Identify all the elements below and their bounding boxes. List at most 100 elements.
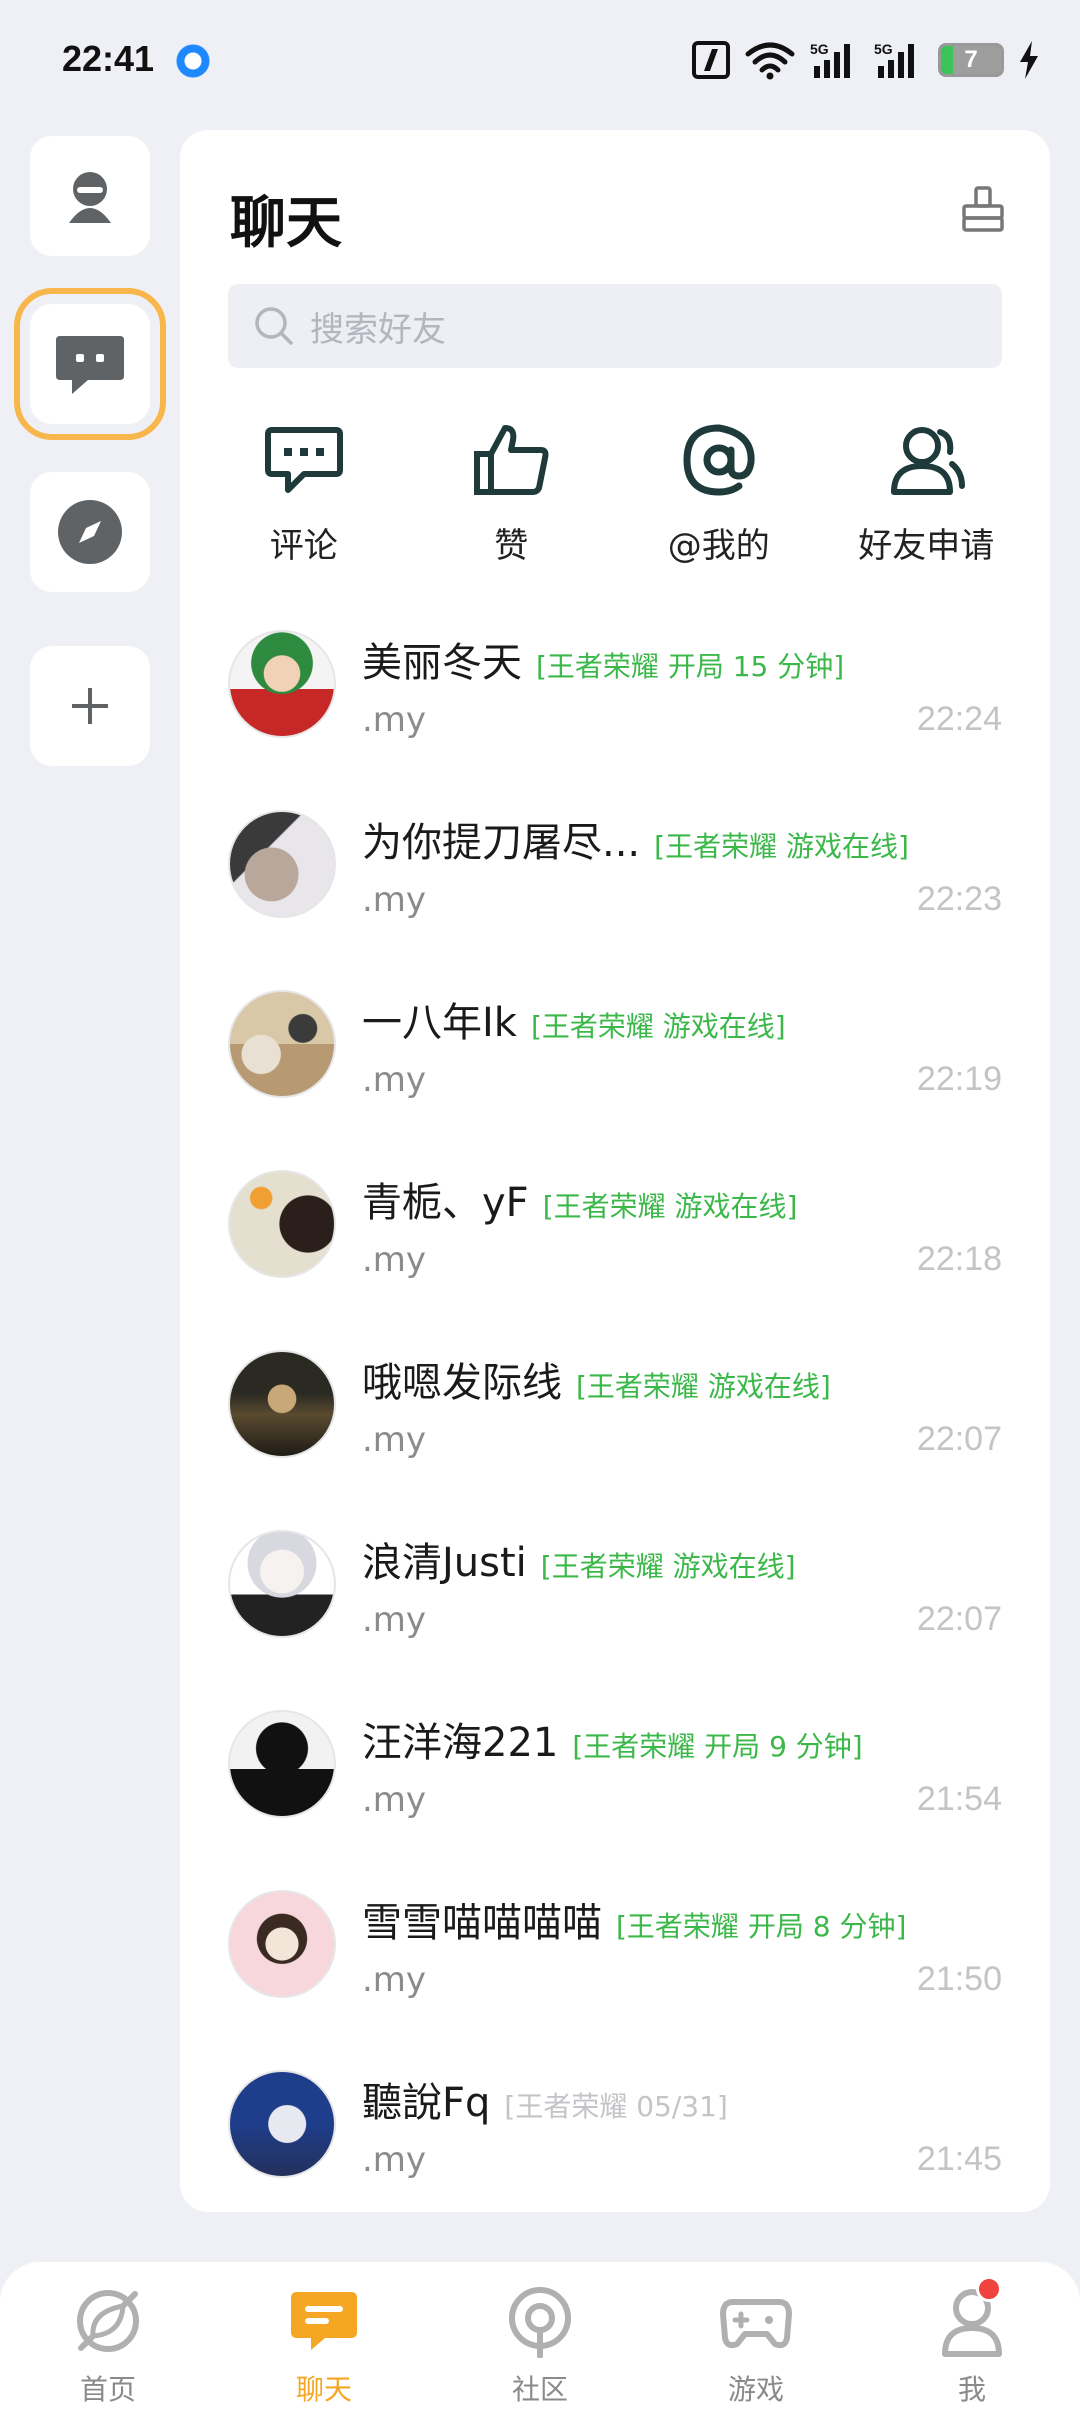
quick-action-label: 好友申请 [858,526,995,566]
notification-badge [976,2276,1002,2302]
search-placeholder: 搜索好友 [310,309,446,350]
nav-label: 首页 [79,2373,136,2406]
gamepad-icon [720,2299,792,2349]
avatar[interactable] [228,1710,336,1818]
bottom-nav: 首页 聊天 社区 游戏 我 [0,2262,1080,2412]
avatar[interactable] [228,1350,336,1458]
status-bar: 22:41 5G 5G 7 [0,0,1080,120]
chat-time: 22:19 [916,1060,1002,1098]
quick-actions: 评论 赞 @我的 好友申请 [200,420,1030,567]
nav-label: 社区 [511,2373,568,2406]
avatar[interactable] [228,1170,336,1278]
chat-preview: .my [362,1420,427,1460]
rail-chat-button[interactable] [14,288,166,440]
chat-preview: .my [362,2140,427,2180]
chat-name: 青栀、yF [362,1180,529,1226]
rail-profile-button[interactable] [30,136,150,256]
chat-name: 一八年Ik [362,1000,517,1046]
chat-list-item[interactable]: 一八年Ik [王者荣耀 游戏在线] .my 22:19 [180,960,1050,1140]
avatar[interactable] [228,810,336,918]
search-input[interactable]: 搜索好友 [228,284,1002,368]
chat-list-item[interactable]: 为你提刀屠尽... [王者荣耀 游戏在线] .my 22:23 [180,780,1050,960]
chat-preview: .my [362,1600,427,1640]
page-title: 聊天 [230,191,342,256]
avatar[interactable] [228,630,336,738]
chat-list-item[interactable]: 聽說Fq [王者荣耀 05/31] .my 21:45 [180,2040,1050,2212]
charging-icon [1020,41,1038,79]
chat-list-item[interactable]: 青栀、yF [王者荣耀 游戏在线] .my 22:18 [180,1140,1050,1320]
chat-list-item[interactable]: 哦嗯发际线 [王者荣耀 游戏在线] .my 22:07 [180,1320,1050,1500]
profile-icon [69,172,111,223]
chat-icon [291,2292,357,2350]
signal-5g-icon: 5G [810,41,850,78]
at-icon [683,424,755,496]
quick-action-label: 评论 [269,526,338,566]
chat-bubble-icon [56,336,124,394]
chat-preview: .my [362,880,427,920]
nav-label: 我 [957,2373,986,2406]
quick-action-friend-request[interactable]: 好友申请 [836,420,1016,567]
rail-add-button[interactable] [30,646,150,766]
chat-list-item[interactable]: 汪洋海221 [王者荣耀 开局 9 分钟] .my 21:54 [180,1680,1050,1860]
avatar[interactable] [228,2070,336,2178]
chat-game-status: [王者荣耀 游戏在线] [540,1550,796,1583]
chat-preview: .my [362,1780,427,1820]
chat-time: 22:07 [916,1600,1002,1638]
wifi-icon [745,42,795,80]
browser-notification-icon [176,44,210,78]
status-time: 22:41 [62,38,155,79]
battery-level: 7 [964,46,978,73]
chat-panel: 聊天 搜索好友 评论 赞 @我的 好友申请 美丽冬天 [王者荣耀 开局 15 分… [180,130,1050,2212]
chat-game-status: [王者荣耀 游戏在线] [542,1190,798,1223]
chat-name: 汪洋海221 [362,1720,559,1766]
chat-game-status: [王者荣耀 开局 9 分钟] [572,1730,863,1763]
chat-preview: .my [362,700,427,740]
home-leaf-icon [77,2290,139,2352]
quick-action-mentions[interactable]: @我的 [629,420,809,567]
chat-time: 21:45 [916,2140,1002,2178]
signal-5g-icon-2: 5G [874,41,914,78]
thumbs-up-icon [474,425,549,495]
chat-preview: .my [362,1240,427,1280]
chat-list-item[interactable]: 美丽冬天 [王者荣耀 开局 15 分钟] .my 22:24 [180,600,1050,780]
chat-preview: .my [362,1060,427,1100]
broom-icon[interactable] [960,186,1006,232]
chat-list-item[interactable]: 雪雪喵喵喵喵 [王者荣耀 开局 8 分钟] .my 21:50 [180,1860,1050,2040]
plus-icon [72,688,108,724]
nav-games[interactable]: 游戏 [648,2262,864,2412]
avatar[interactable] [228,1530,336,1638]
quick-action-label: 赞 [494,526,529,566]
nav-me[interactable]: 我 [864,2262,1080,2412]
search-icon [255,307,293,345]
chat-name: 聽說Fq [362,2080,491,2126]
chat-name: 哦嗯发际线 [362,1360,562,1406]
battery-icon: 7 [938,43,1004,77]
nav-chat[interactable]: 聊天 [216,2262,432,2412]
nav-community[interactable]: 社区 [432,2262,648,2412]
avatar[interactable] [228,1890,336,1998]
chat-list-item[interactable]: 浪清Justi [王者荣耀 游戏在线] .my 22:07 [180,1500,1050,1680]
quick-action-like[interactable]: 赞 [421,420,601,567]
quick-action-comment[interactable]: 评论 [214,420,394,567]
chat-time: 22:23 [916,880,1002,918]
friend-request-icon [891,427,966,495]
chat-name: 为你提刀屠尽... [362,820,641,866]
chat-time: 21:50 [916,1960,1002,1998]
chat-game-status: [王者荣耀 游戏在线] [654,830,909,863]
nav-home[interactable]: 首页 [0,2262,216,2412]
chat-time: 22:18 [916,1240,1002,1278]
chat-game-status: [王者荣耀 05/31] [504,2090,728,2123]
avatar[interactable] [228,990,336,1098]
chat-time: 21:54 [916,1780,1002,1818]
chat-game-status: [王者荣耀 游戏在线] [576,1370,831,1403]
nav-label: 游戏 [727,2373,784,2406]
chat-time: 22:24 [916,700,1002,738]
chat-game-status: [王者荣耀 开局 8 分钟] [616,1910,907,1943]
chat-name: 美丽冬天 [362,640,522,686]
chat-list: 美丽冬天 [王者荣耀 开局 15 分钟] .my 22:24 为你提刀屠尽...… [180,600,1050,2212]
chat-game-status: [王者荣耀 游戏在线] [530,1010,786,1043]
chat-name: 雪雪喵喵喵喵 [362,1900,602,1946]
rail-explore-button[interactable] [30,472,150,592]
chat-game-status: [王者荣耀 开局 15 分钟] [536,650,845,683]
signal-label-2: 5G [874,41,893,57]
